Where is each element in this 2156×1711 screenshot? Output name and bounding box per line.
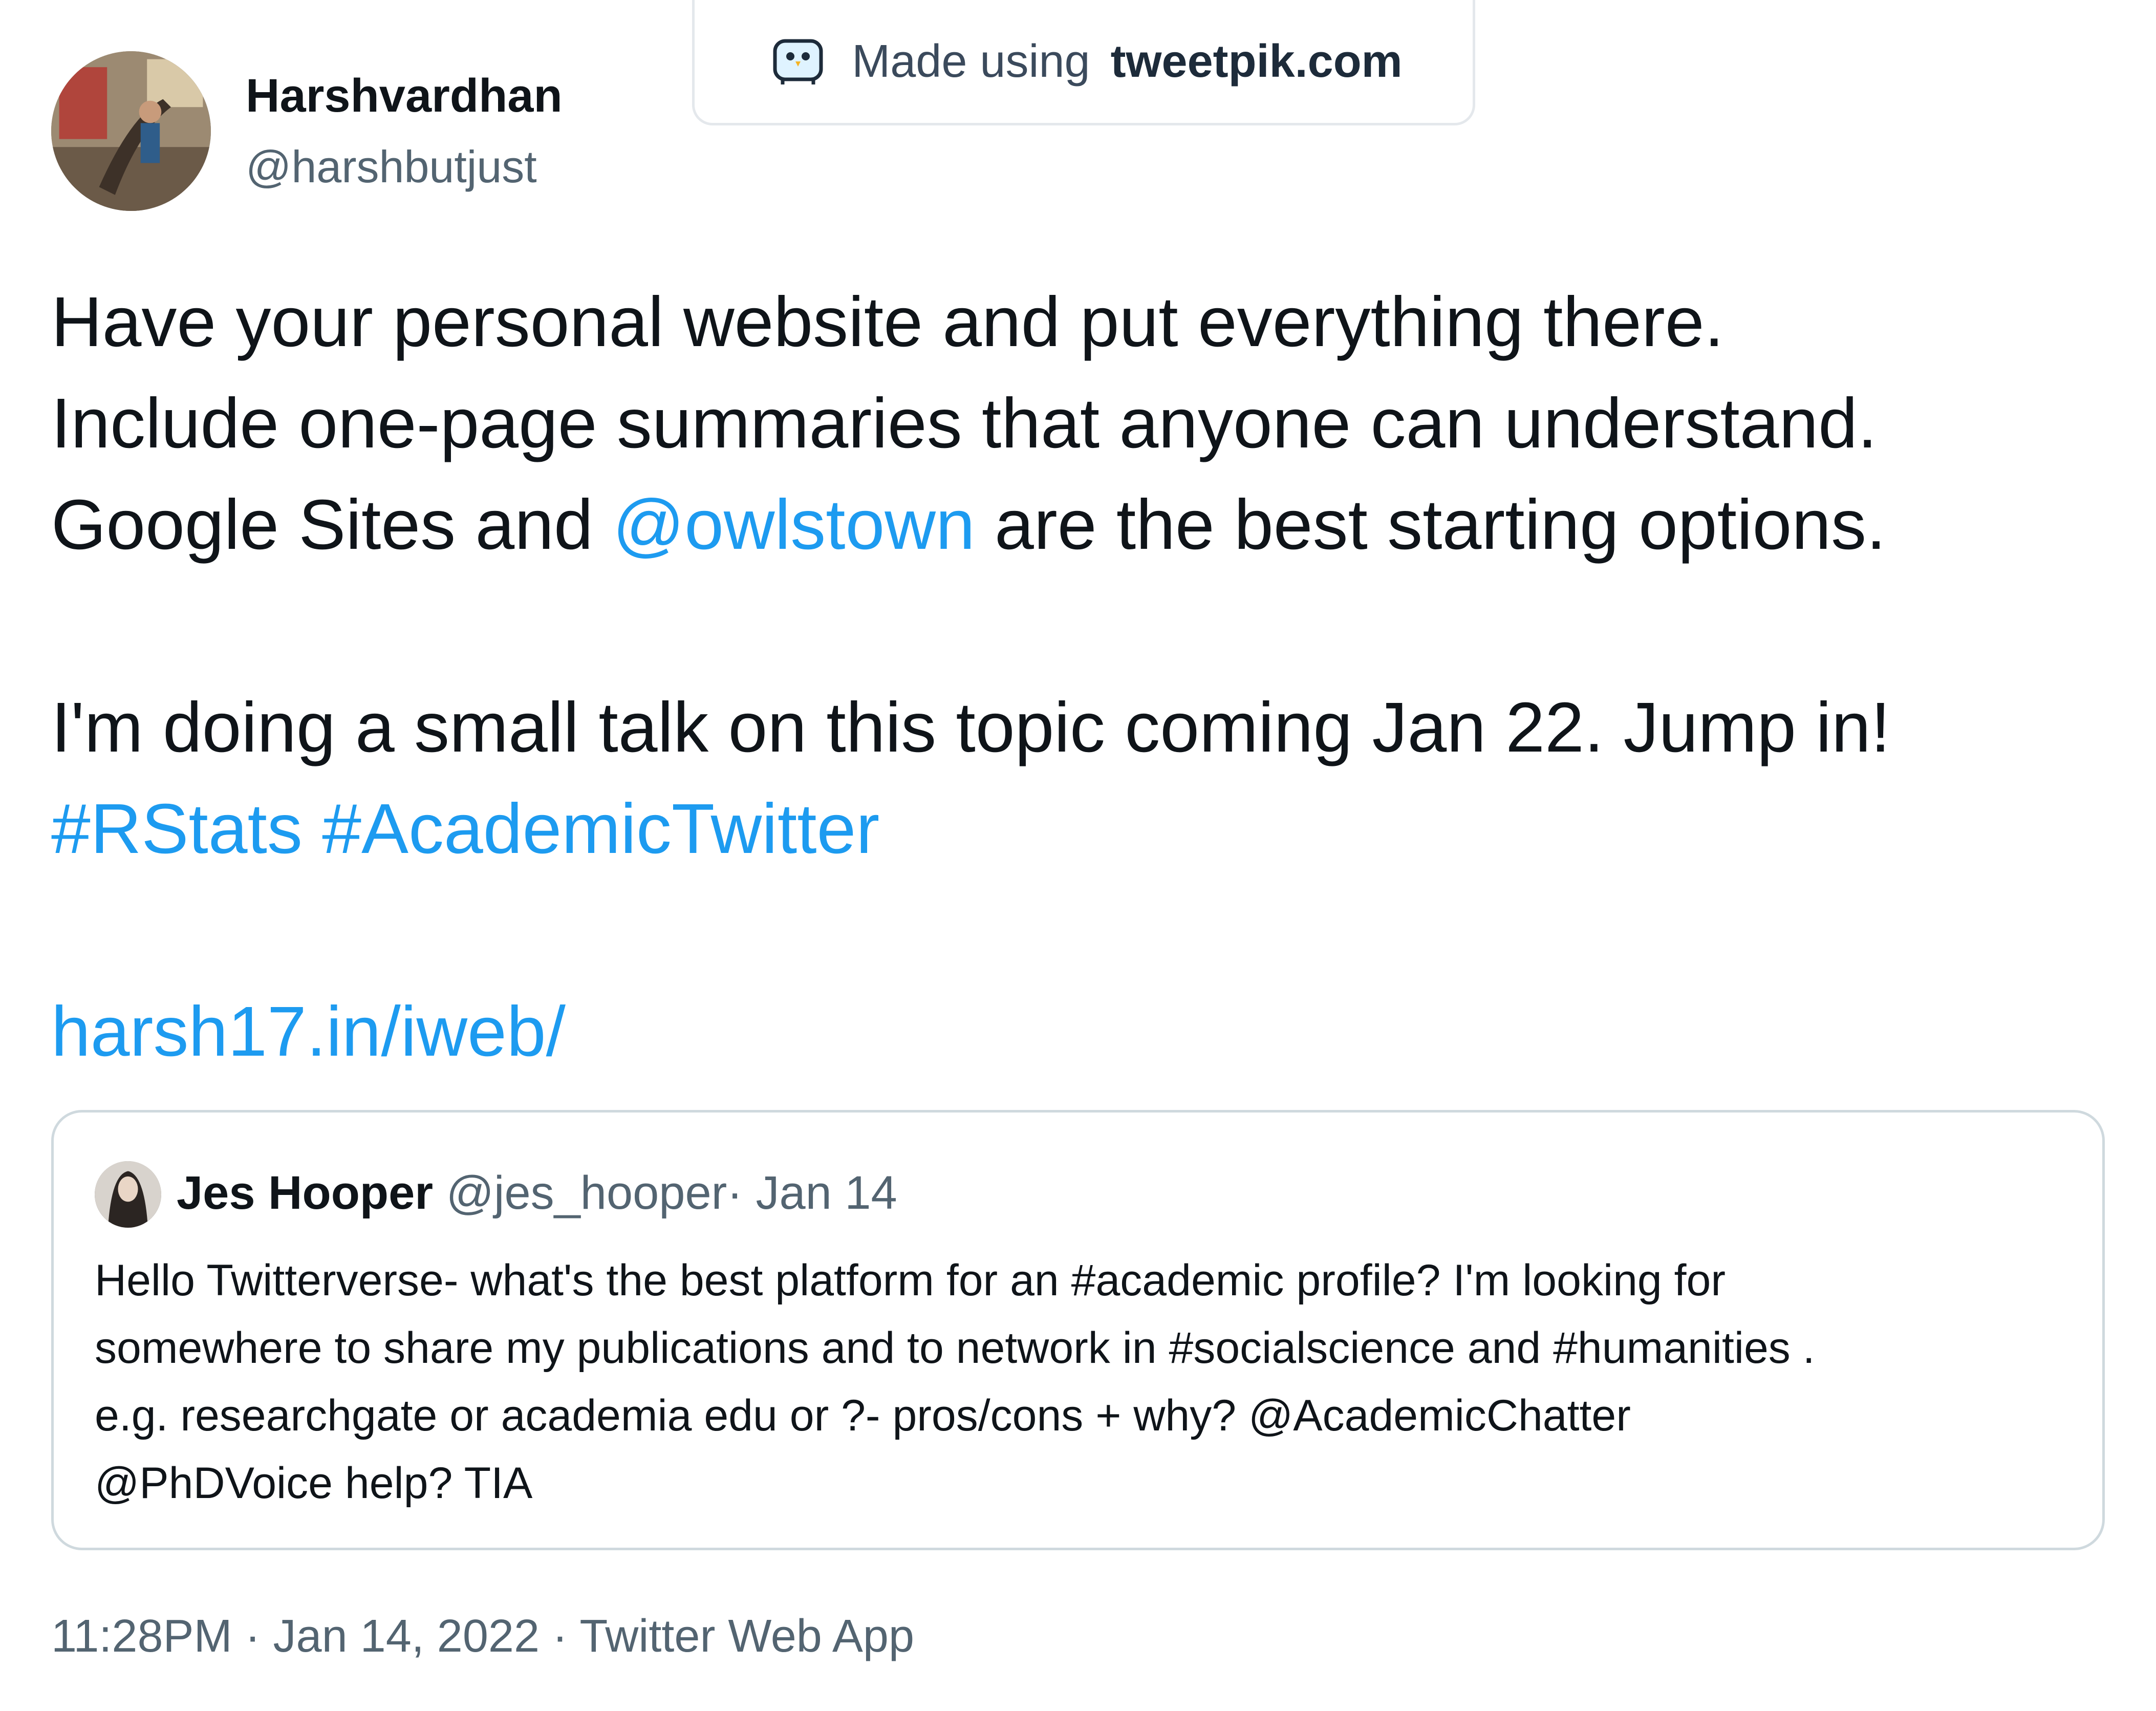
quoted-line-1: Hello Twitterverse- what's the best plat… — [95, 1256, 1726, 1305]
tweet-line-4: I'm doing a small talk on this topic com… — [51, 688, 1891, 767]
tweet-date[interactable]: Jan 14, 2022 — [273, 1611, 540, 1662]
quoted-author-name[interactable]: Jes Hooper — [177, 1167, 433, 1219]
tweet-url-link[interactable]: harsh17.in/iweb/ — [51, 992, 566, 1071]
tweet-metadata: 11:28PM · Jan 14, 2022 · Twitter Web App — [51, 1610, 914, 1663]
quoted-author-avatar[interactable] — [95, 1161, 161, 1228]
tweet-line-2: Include one-page summaries that anyone c… — [51, 384, 1878, 463]
quoted-tweet-date[interactable]: Jan 14 — [756, 1167, 897, 1219]
quoted-tweet-text: Hello Twitterverse- what's the best plat… — [95, 1247, 2065, 1517]
quoted-date-separator: · — [727, 1167, 743, 1219]
tweet-source[interactable]: Twitter Web App — [579, 1611, 914, 1662]
tweet-line-3-end: are the best starting options. — [975, 485, 1886, 564]
tweetpik-bird-icon — [765, 28, 831, 95]
tweet-text: Have your personal website and put every… — [51, 271, 2088, 1082]
author-handle[interactable]: @harshbutjust — [246, 141, 537, 193]
watermark-prefix: Made using — [852, 35, 1090, 87]
mention-link[interactable]: @owlstown — [613, 485, 975, 564]
tweet-line-1: Have your personal website and put every… — [51, 283, 1724, 361]
quoted-author-handle[interactable]: @jes_hooper — [446, 1167, 727, 1219]
quoted-avatar-photo-icon — [95, 1161, 161, 1228]
quoted-line-2: somewhere to share my publications and t… — [95, 1323, 1815, 1373]
watermark-brand[interactable]: tweetpik.com — [1111, 35, 1403, 88]
tweet-line-3-start: Google Sites and — [51, 485, 613, 564]
tweetpik-watermark: Made using tweetpik.com — [692, 0, 1475, 125]
hashtag-link[interactable]: #AcademicTwitter — [322, 789, 879, 868]
hashtag-link[interactable]: #RStats — [51, 789, 303, 868]
metadata-separator: · — [552, 1611, 580, 1662]
tweet-hashtags: #RStats #AcademicTwitter — [51, 778, 2088, 880]
metadata-separator: · — [245, 1611, 273, 1662]
author-avatar[interactable] — [51, 51, 211, 211]
avatar-photo-icon — [51, 51, 211, 211]
quoted-line-4: @PhDVoice help? TIA — [95, 1459, 533, 1508]
author-name[interactable]: Harshvardhan — [246, 69, 563, 123]
quoted-line-3: e.g. researchgate or academia edu or ?- … — [95, 1391, 1631, 1440]
tweet-line-3: Google Sites and @owlstown are the best … — [51, 474, 2088, 575]
quoted-tweet-card[interactable]: Jes Hooper @jes_hooper· Jan 14 Hello Twi… — [51, 1110, 2105, 1550]
quoted-tweet-header: Jes Hooper @jes_hooper· Jan 14 — [177, 1166, 897, 1220]
tweet-url-line: harsh17.in/iweb/ — [51, 981, 2088, 1082]
tweet-time[interactable]: 11:28PM — [51, 1611, 232, 1662]
